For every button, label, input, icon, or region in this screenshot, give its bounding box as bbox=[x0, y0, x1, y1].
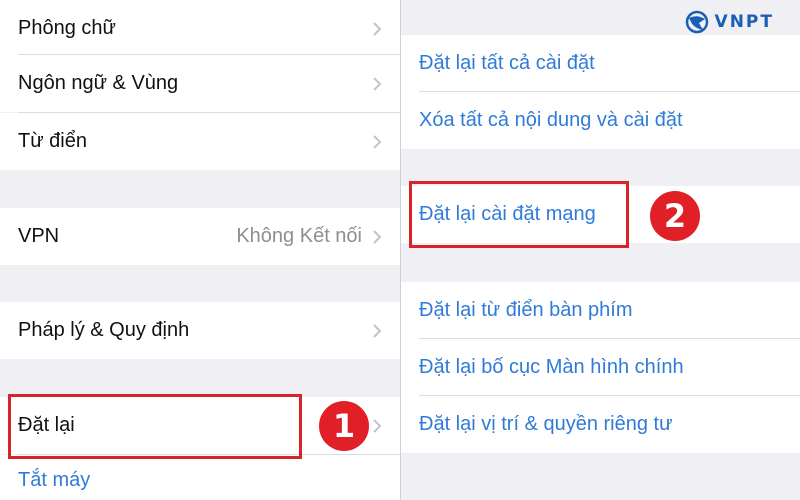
chevron-right-icon bbox=[372, 134, 400, 150]
settings-row-fonts[interactable]: Phông chữ bbox=[0, 0, 400, 57]
row-label: Đặt lại tất cả cài đặt bbox=[419, 52, 595, 74]
settings-row-vpn[interactable]: VPN Không Kết nối bbox=[0, 208, 400, 265]
row-label: Đặt lại từ điển bàn phím bbox=[419, 299, 633, 321]
settings-row-dictionary[interactable]: Từ điển bbox=[0, 113, 400, 170]
reset-home-screen-layout-row[interactable]: Đặt lại bố cục Màn hình chính bbox=[401, 339, 800, 396]
vnpt-logo: VNPT bbox=[685, 8, 774, 36]
settings-row-shutdown[interactable]: Tắt máy bbox=[0, 455, 400, 500]
chevron-right-icon bbox=[372, 418, 400, 434]
step-badge-1: 1 bbox=[319, 401, 369, 451]
highlight-box-network bbox=[409, 181, 629, 248]
reset-keyboard-dictionary-row[interactable]: Đặt lại từ điển bàn phím bbox=[401, 282, 800, 339]
vnpt-logo-text: VNPT bbox=[714, 12, 774, 32]
chevron-right-icon bbox=[372, 229, 400, 245]
chevron-right-icon bbox=[372, 323, 400, 339]
row-label: Ngôn ngữ & Vùng bbox=[18, 72, 179, 94]
step-badge-2: 2 bbox=[650, 191, 700, 241]
highlight-box-reset bbox=[8, 394, 302, 459]
row-label: Tắt máy bbox=[18, 468, 91, 491]
reset-location-privacy-row[interactable]: Đặt lại vị trí & quyền riêng tư bbox=[401, 396, 800, 453]
settings-row-language-region[interactable]: Ngôn ngữ & Vùng bbox=[0, 55, 400, 112]
row-label: Phông chữ bbox=[18, 17, 116, 39]
reset-all-settings-row[interactable]: Đặt lại tất cả cài đặt bbox=[401, 35, 800, 92]
erase-all-content-row[interactable]: Xóa tất cả nội dung và cài đặt bbox=[401, 92, 800, 149]
chevron-right-icon bbox=[372, 76, 400, 92]
reset-options-panel: Đặt lại tất cả cài đặt Xóa tất cả nội du… bbox=[401, 0, 800, 500]
row-label: Pháp lý & Quy định bbox=[18, 319, 190, 341]
settings-general-panel: Phông chữ Ngôn ngữ & Vùng Từ điển VPN Kh… bbox=[0, 0, 400, 500]
row-label: Đặt lại bố cục Màn hình chính bbox=[419, 356, 684, 378]
row-label: Xóa tất cả nội dung và cài đặt bbox=[419, 109, 683, 131]
row-label: Từ điển bbox=[18, 130, 87, 152]
row-label: VPN bbox=[18, 225, 60, 247]
chevron-right-icon bbox=[372, 21, 400, 37]
settings-row-legal[interactable]: Pháp lý & Quy định bbox=[0, 302, 400, 359]
vpn-status-value: Không Kết nối bbox=[236, 225, 362, 247]
row-label: Đặt lại vị trí & quyền riêng tư bbox=[419, 413, 673, 435]
vnpt-logo-icon bbox=[685, 10, 709, 34]
